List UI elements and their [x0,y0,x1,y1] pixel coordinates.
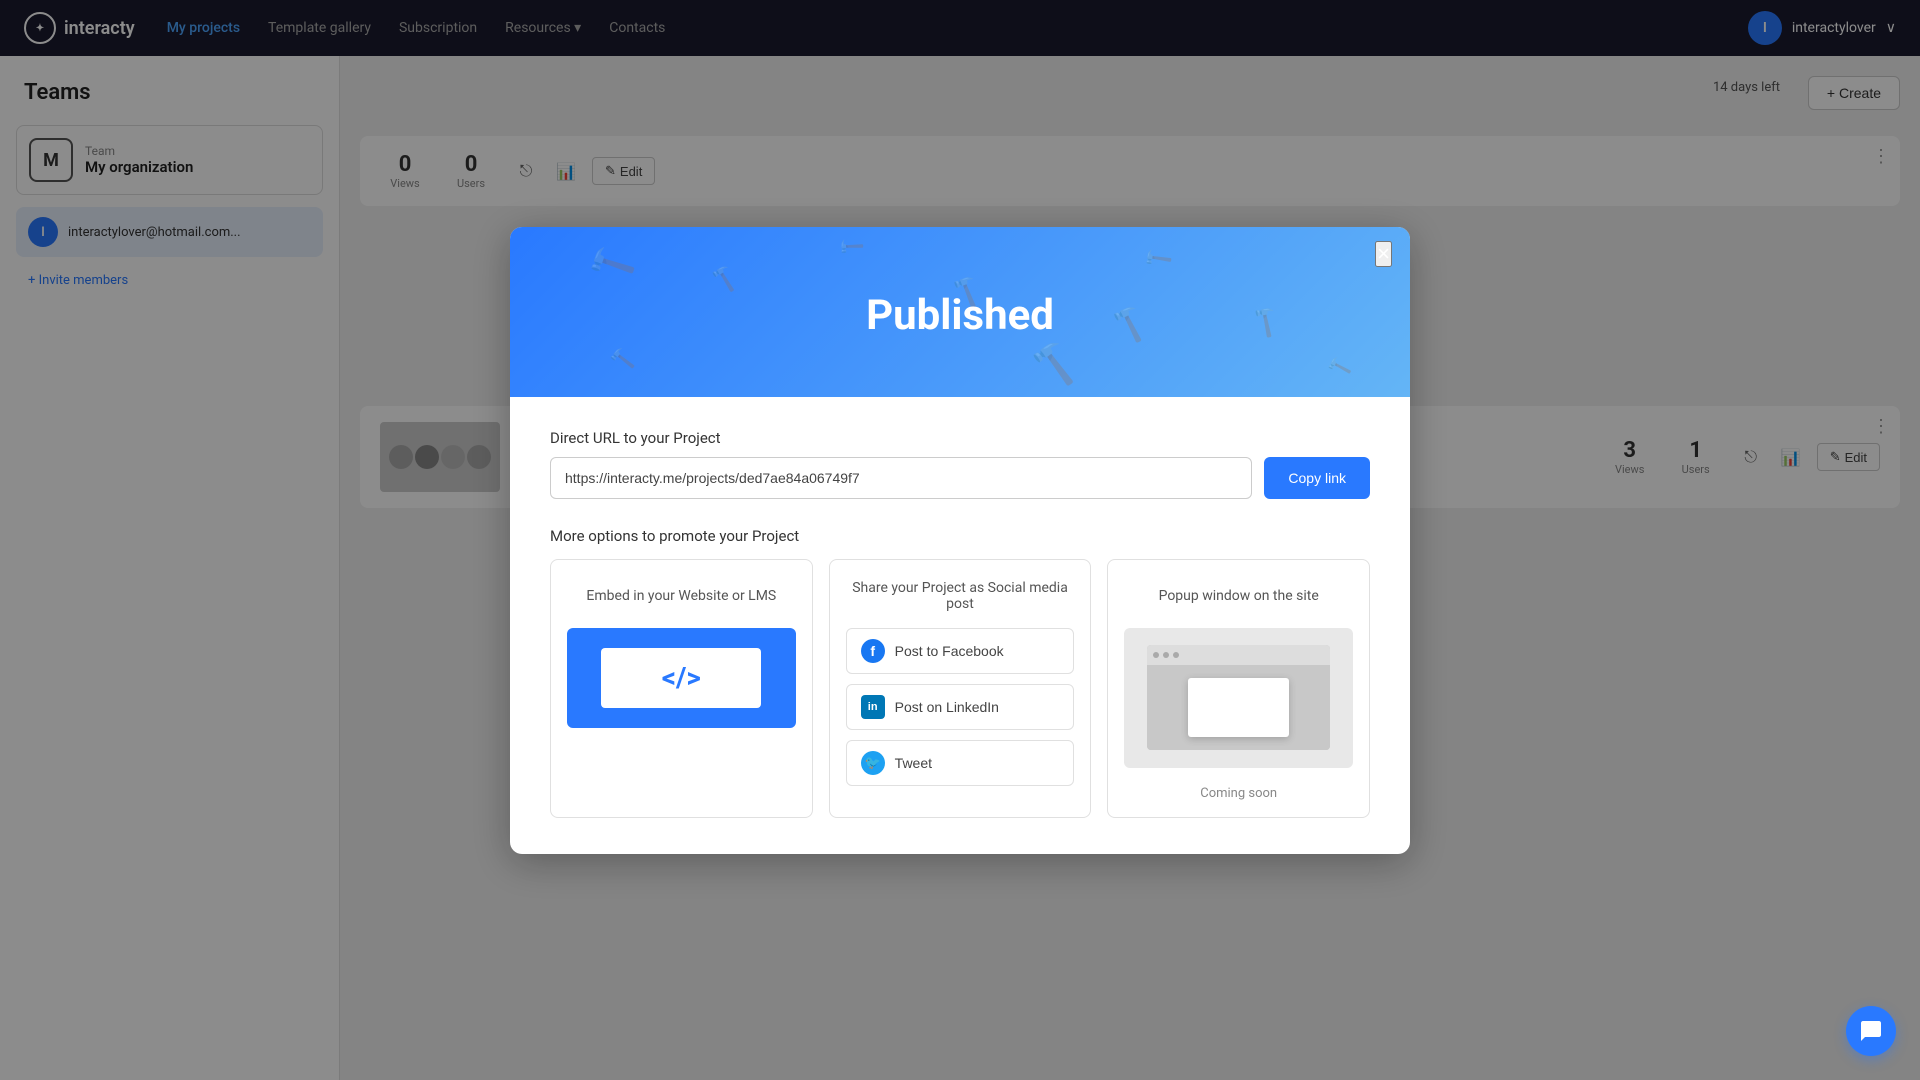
embed-card: Embed in your Website or LMS </> [550,559,813,818]
popup-content [1147,665,1330,750]
window-dot [1153,652,1159,658]
modal-body: Direct URL to your Project Copy link Mor… [510,397,1410,854]
code-icon: </> [662,661,701,694]
chat-icon [1859,1019,1883,1043]
promote-label: More options to promote your Project [550,527,1370,545]
modal-title: Published [866,291,1054,340]
url-input[interactable] [550,457,1252,499]
tweet-button[interactable]: 🐦 Tweet [846,740,1075,786]
embed-card-title: Embed in your Website or LMS [567,578,796,614]
copy-link-button[interactable]: Copy link [1264,457,1370,499]
linkedin-icon: in [861,695,885,719]
promote-cards: Embed in your Website or LMS </> Share y… [550,559,1370,818]
social-card-title: Share your Project as Social media post [846,578,1075,614]
twitter-icon: 🐦 [861,751,885,775]
popup-dialog [1188,678,1289,738]
window-dot [1173,652,1179,658]
facebook-label: Post to Facebook [895,643,1004,659]
popup-window [1147,645,1330,750]
facebook-icon: f [861,639,885,663]
popup-preview [1124,628,1353,768]
embed-preview: </> [567,628,796,728]
tweet-label: Tweet [895,755,932,771]
embed-inner: </> [601,648,761,708]
social-card: Share your Project as Social media post … [829,559,1092,818]
popup-card: Popup window on the site [1107,559,1370,818]
url-label: Direct URL to your Project [550,429,1370,447]
popup-card-title: Popup window on the site [1124,578,1353,614]
popup-window-bar [1147,645,1330,665]
post-on-linkedin-button[interactable]: in Post on LinkedIn [846,684,1075,730]
chat-widget-button[interactable] [1846,1006,1896,1056]
linkedin-label: Post on LinkedIn [895,699,999,715]
modal-header: 🔨 🔨 🔨 🔨 🔨 🔨 🔨 🔨 🔨 🔨 Published × [510,227,1410,397]
published-modal: 🔨 🔨 🔨 🔨 🔨 🔨 🔨 🔨 🔨 🔨 Published × Direct U… [510,227,1410,854]
modal-overlay: 🔨 🔨 🔨 🔨 🔨 🔨 🔨 🔨 🔨 🔨 Published × Direct U… [0,0,1920,1080]
post-to-facebook-button[interactable]: f Post to Facebook [846,628,1075,674]
window-dot [1163,652,1169,658]
modal-close-button[interactable]: × [1375,241,1392,267]
coming-soon-label: Coming soon [1124,786,1353,801]
url-row: Copy link [550,457,1370,499]
